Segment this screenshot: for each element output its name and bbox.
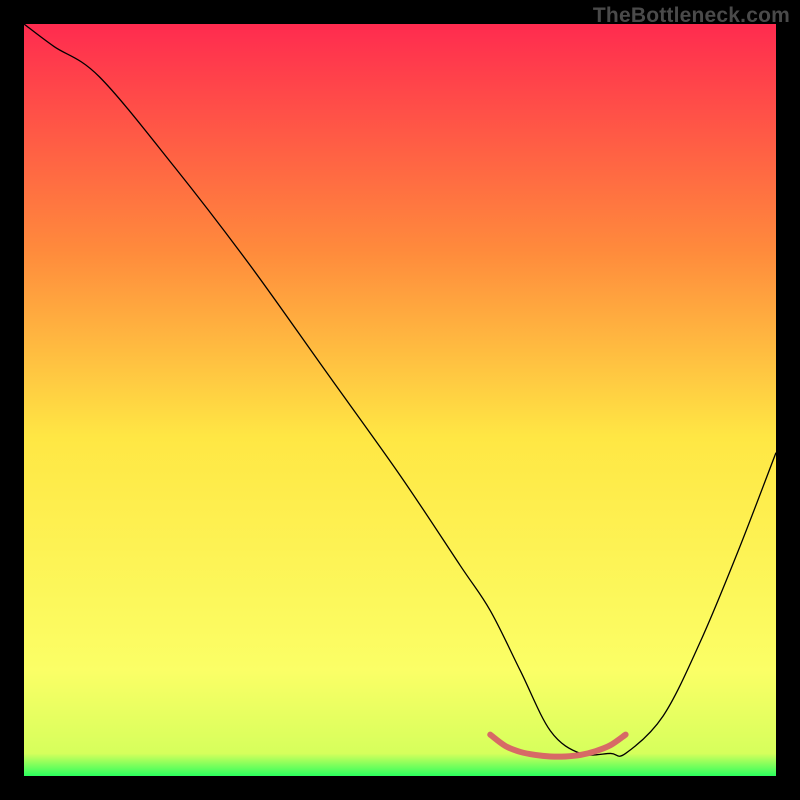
plot-area — [24, 24, 776, 776]
gradient-background — [24, 24, 776, 776]
watermark-text: TheBottleneck.com — [593, 4, 790, 28]
chart-svg — [24, 24, 776, 776]
chart-container: TheBottleneck.com — [0, 0, 800, 800]
